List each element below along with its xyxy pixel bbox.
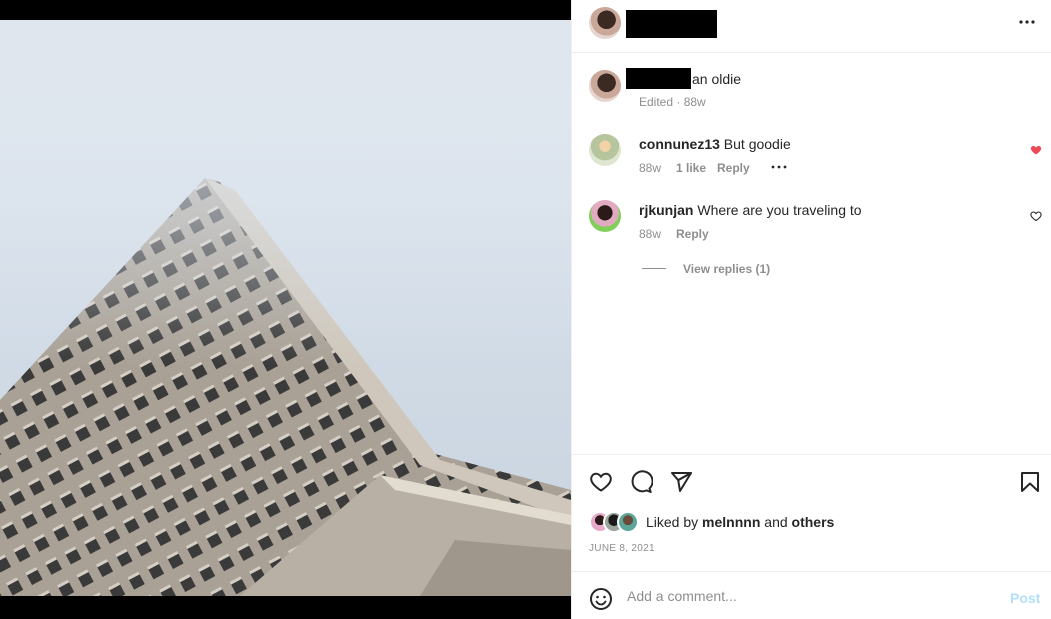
caption-text: an oldie	[692, 71, 742, 87]
comment-time: 88w	[639, 227, 662, 241]
skyscraper-image	[0, 20, 571, 596]
comment-username[interactable]: rjkunjan	[639, 202, 693, 218]
share-icon[interactable]	[669, 470, 693, 494]
post-header	[572, 0, 1051, 53]
post-date[interactable]: JUNE 8, 2021	[589, 543, 655, 554]
comment-more-icon[interactable]	[770, 160, 788, 179]
view-replies-button[interactable]: View replies (1)	[683, 262, 770, 276]
comment-reply-button[interactable]: Reply	[676, 227, 709, 241]
liked-by-prefix: Liked by	[646, 514, 703, 530]
comment-bar: Post	[572, 571, 1051, 619]
redacted-username	[626, 10, 717, 38]
post-photo[interactable]	[0, 20, 571, 596]
more-options-icon[interactable]	[1018, 13, 1036, 34]
post-button[interactable]: Post	[1010, 590, 1040, 606]
post-actions: Liked by melnnnn and others JUNE 8, 2021	[572, 454, 1051, 571]
heart-icon[interactable]	[589, 470, 613, 494]
redacted-caption-username	[626, 68, 691, 89]
comment-avatar[interactable]	[589, 200, 621, 232]
liked-by-text: Liked by melnnnn and others	[646, 514, 834, 530]
comment-line: rjkunjan Where are you traveling to	[639, 202, 862, 218]
comment-icon[interactable]	[629, 470, 654, 494]
comment-likes[interactable]: 1 like	[676, 161, 706, 175]
comment-text: But goodie	[723, 136, 791, 152]
liker-avatar[interactable]	[617, 511, 639, 533]
comment-heart-filled-icon[interactable]	[1030, 143, 1042, 155]
liked-by-others[interactable]: others	[792, 514, 835, 530]
comment-line: connunez13 But goodie	[639, 136, 791, 152]
caption-meta: Edited · 88w	[639, 95, 706, 109]
view-replies-line	[642, 268, 666, 269]
bookmark-icon[interactable]	[1018, 470, 1042, 494]
owner-avatar[interactable]	[589, 7, 621, 39]
post-side-panel: an oldie Edited · 88w connunez13 But goo…	[571, 0, 1051, 619]
liked-by-mid: and	[760, 514, 792, 530]
comment-text: Where are you traveling to	[697, 202, 862, 218]
comment-time: 88w	[639, 161, 662, 175]
comment-heart-outline-icon[interactable]	[1030, 209, 1042, 222]
comment-username[interactable]: connunez13	[639, 136, 720, 152]
post-photo-pane	[0, 0, 571, 619]
comment-avatar[interactable]	[589, 134, 621, 166]
caption-avatar[interactable]	[589, 70, 621, 102]
emoji-icon[interactable]	[589, 587, 613, 611]
comment-reply-button[interactable]: Reply	[717, 161, 750, 175]
comment-input[interactable]	[627, 585, 997, 607]
liked-by-user[interactable]: melnnnn	[702, 514, 760, 530]
